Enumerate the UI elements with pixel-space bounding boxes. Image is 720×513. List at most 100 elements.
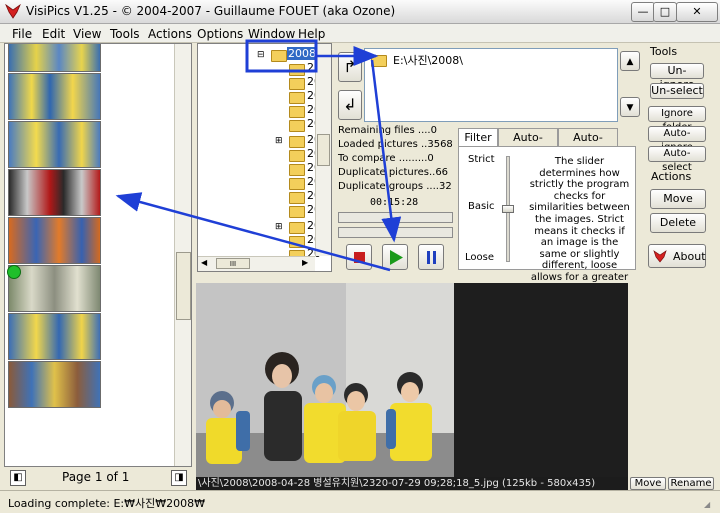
scrollbar-thumb[interactable]	[176, 252, 191, 320]
stop-icon	[354, 252, 365, 263]
preview-rename-button[interactable]: Rename	[668, 477, 714, 490]
tree-h-scrollbar[interactable]: ◀ III ▶	[198, 256, 315, 271]
progress-bar	[338, 212, 453, 223]
minimize-button[interactable]: —	[631, 2, 655, 22]
arrow-left-icon: ↲	[343, 95, 357, 114]
pause-button[interactable]	[418, 244, 444, 270]
pause-icon	[427, 251, 430, 264]
maximize-button[interactable]: □	[653, 2, 677, 22]
tab-auto-ignore[interactable]: Auto-Ignore	[558, 128, 618, 161]
preview-path: \사진\2008\2008-04-28 병설유치원\2320-07-29 09;…	[196, 477, 628, 490]
menu-help[interactable]: Help	[298, 27, 325, 41]
window-title: VisiPics V1.25 - © 2004-2007 - Guillaume…	[26, 4, 396, 18]
folder-icon	[371, 55, 387, 67]
folder-tree: ⊟ 2008 2 20 20 20 20 ⊞ 20 20 20 20 20 20…	[197, 43, 332, 272]
close-button[interactable]: ✕	[676, 2, 718, 22]
tree-selected-folder[interactable]: 2008	[287, 47, 317, 60]
folder-icon	[289, 150, 305, 162]
stat-to-compare: To compare .........0	[338, 153, 434, 164]
menu-view[interactable]: View	[73, 27, 101, 41]
preview-image[interactable]	[196, 283, 454, 478]
menu-actions[interactable]: Actions	[148, 27, 192, 41]
tools-heading: Tools	[650, 45, 678, 58]
folder-icon	[289, 206, 305, 218]
folder-icon	[289, 64, 305, 76]
tree-expander-icon[interactable]: ⊟	[257, 50, 265, 60]
close-icon: ✕	[692, 5, 702, 18]
thumbnail[interactable]	[8, 361, 101, 408]
selected-indicator-icon	[7, 265, 21, 279]
thumbnail-scrollbar[interactable]	[174, 44, 191, 466]
folder-icon	[271, 50, 287, 62]
elapsed-timer: 00:15:28	[370, 197, 419, 208]
about-label: About	[673, 250, 706, 263]
folder-list-item[interactable]: E:\사진\2008\	[393, 52, 463, 68]
status-text: Loading complete: E:₩사진₩2008₩	[8, 497, 205, 510]
folder-icon	[289, 178, 305, 190]
move-button[interactable]: Move	[650, 189, 706, 209]
auto-select-button[interactable]: Auto-select	[648, 146, 706, 173]
progress-bar	[338, 227, 453, 238]
slider-label-strict: Strict	[468, 154, 495, 165]
resize-grip-icon[interactable]: ◢	[704, 500, 710, 509]
ignore-folder-button[interactable]: Ignore folder	[648, 106, 706, 133]
tree-expander-icon[interactable]: ⊞	[275, 222, 283, 232]
scrollbar-thumb[interactable]: III	[216, 258, 250, 269]
move-up-button[interactable]: ▲	[620, 51, 640, 71]
menu-options[interactable]: Options	[197, 27, 243, 41]
thumbnail-panel	[4, 43, 192, 467]
thumbnail[interactable]	[8, 313, 101, 360]
menu-file[interactable]: File	[12, 27, 32, 41]
about-button[interactable]: About	[648, 244, 706, 268]
page-label: Page 1 of 1	[62, 470, 130, 484]
scrollbar-thumb[interactable]	[317, 134, 330, 166]
play-button[interactable]	[382, 244, 408, 270]
prev-page-icon[interactable]: ◧	[10, 470, 26, 486]
menu-tools[interactable]: Tools	[110, 27, 140, 41]
preview-photo	[196, 283, 454, 478]
thumbnail[interactable]	[8, 121, 101, 168]
tree-expander-icon[interactable]: ⊞	[275, 136, 283, 146]
un-ignore-button[interactable]: Un-ignore	[650, 63, 704, 91]
folder-list[interactable]: E:\사진\2008\	[364, 48, 618, 122]
next-page-icon[interactable]: ◨	[171, 470, 187, 486]
arrow-down-icon: ▼	[626, 103, 634, 113]
menu-edit[interactable]: Edit	[42, 27, 65, 41]
app-logo-icon	[653, 250, 667, 263]
thumbnail[interactable]	[8, 265, 101, 312]
menu-window[interactable]: Window	[248, 27, 295, 41]
scrollbar-grip: III	[229, 260, 237, 268]
add-folder-button[interactable]: ↱	[338, 52, 362, 82]
folder-icon	[289, 164, 305, 176]
folder-icon	[289, 236, 305, 248]
tab-filter[interactable]: Filter	[458, 128, 498, 147]
menu-bar: File Edit View Tools Actions Options Win…	[0, 24, 720, 43]
preview-move-button[interactable]: Move	[630, 477, 666, 490]
un-select-button[interactable]: Un-select	[650, 83, 704, 99]
arrow-right-icon: ↱	[343, 57, 357, 76]
maximize-icon: □	[659, 5, 671, 18]
thumbnail[interactable]	[8, 73, 101, 120]
folder-icon	[289, 136, 305, 148]
title-bar: VisiPics V1.25 - © 2004-2007 - Guillaume…	[0, 0, 720, 24]
remove-folder-button[interactable]: ↲	[338, 90, 362, 120]
stat-remaining: Remaining files ....0	[338, 125, 437, 136]
auto-ignore-button[interactable]: Auto-ignore	[648, 126, 706, 153]
tree-scrollbar[interactable]	[315, 44, 331, 256]
move-down-button[interactable]: ▼	[620, 97, 640, 117]
scroll-left-icon[interactable]: ◀	[201, 258, 207, 267]
app-logo-icon	[5, 3, 21, 19]
status-bar: Loading complete: E:₩사진₩2008₩ ◢	[0, 490, 720, 513]
delete-button[interactable]: Delete	[650, 213, 706, 233]
thumbnail-pager: ◧ Page 1 of 1 ◨	[4, 467, 192, 490]
scroll-right-icon[interactable]: ▶	[302, 258, 308, 267]
stop-button[interactable]	[346, 244, 372, 270]
tree-folder[interactable]: 2	[307, 61, 314, 74]
folder-icon	[289, 106, 305, 118]
tab-auto-select[interactable]: Auto-Select	[498, 128, 558, 161]
thumbnail[interactable]	[8, 217, 101, 264]
slider-thumb[interactable]	[502, 205, 514, 213]
thumbnail[interactable]	[8, 44, 101, 72]
slider-label-loose: Loose	[465, 252, 494, 263]
thumbnail[interactable]	[8, 169, 101, 216]
